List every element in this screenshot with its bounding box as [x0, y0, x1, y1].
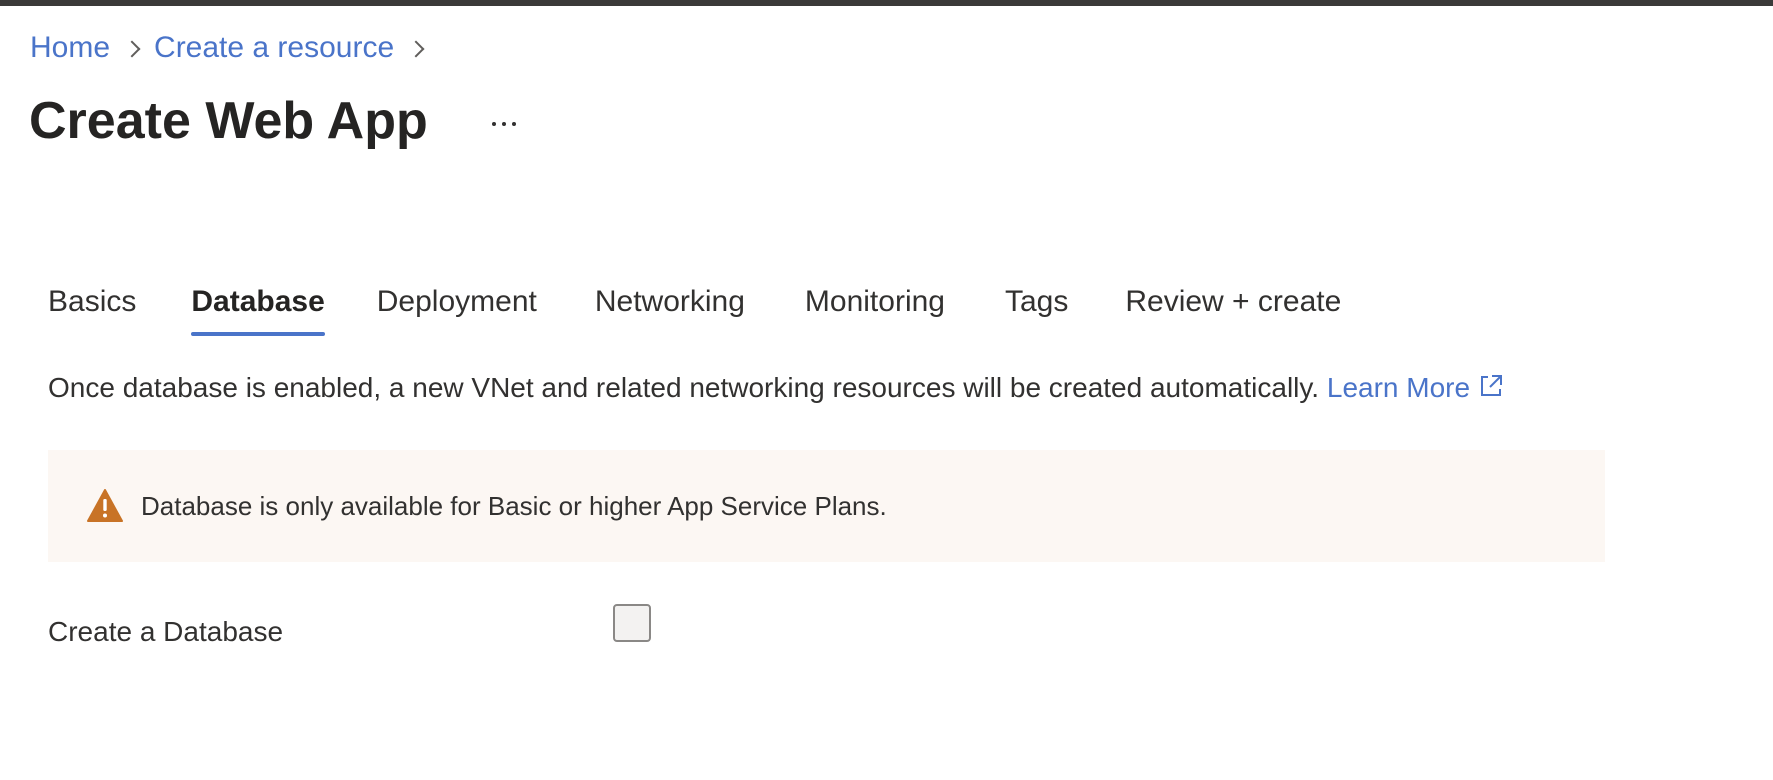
database-info-text: Once database is enabled, a new VNet and…: [48, 370, 1504, 406]
tab-monitoring[interactable]: Monitoring: [805, 282, 945, 336]
chevron-right-icon: [110, 30, 154, 66]
breadcrumb-create-resource-link[interactable]: Create a resource: [154, 30, 394, 66]
tab-deployment[interactable]: Deployment: [377, 282, 537, 336]
tab-database[interactable]: Database: [191, 282, 326, 336]
page-title: Create Web App: [29, 92, 428, 150]
learn-more-link[interactable]: Learn More: [1327, 372, 1504, 403]
tab-bar: Basics Database Deployment Networking Mo…: [48, 282, 1341, 336]
more-options-button[interactable]: [484, 104, 524, 144]
create-database-label: Create a Database: [48, 616, 284, 647]
external-link-icon: [1481, 375, 1503, 396]
tab-networking[interactable]: Networking: [595, 282, 745, 336]
warning-icon: [86, 488, 124, 524]
learn-more-label: Learn More: [1326, 372, 1471, 403]
create-database-checkbox[interactable]: [613, 604, 651, 642]
info-message: Once database is enabled, a new VNet and…: [48, 372, 1320, 403]
warning-text: Database is only available for Basic or …: [141, 490, 887, 521]
chevron-right-icon: [394, 30, 438, 66]
warning-banner: Database is only available for Basic or …: [48, 450, 1605, 562]
tab-basics[interactable]: Basics: [48, 282, 136, 336]
breadcrumb-home-link[interactable]: Home: [30, 30, 110, 66]
top-bar: [0, 0, 1773, 6]
more-icon: [492, 122, 496, 126]
tab-tags[interactable]: Tags: [1005, 282, 1068, 336]
tab-review-create[interactable]: Review + create: [1125, 282, 1341, 336]
breadcrumb: Home Create a resource: [30, 30, 438, 66]
